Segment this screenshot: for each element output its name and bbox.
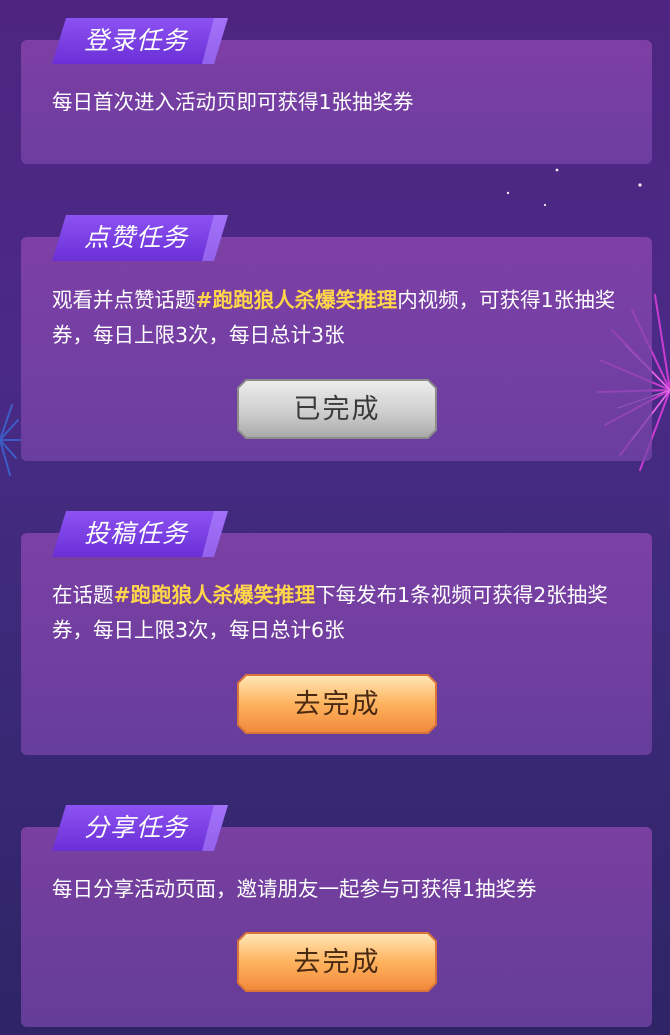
- task-description: 每日分享活动页面，邀请朋友一起参与可获得1抽奖券: [52, 877, 537, 901]
- task-tag-login: 登录任务: [52, 18, 228, 64]
- task-title: 点赞任务: [83, 223, 188, 252]
- task-tag-submit: 投稿任务: [52, 511, 228, 557]
- task-title: 投稿任务: [83, 519, 188, 548]
- task-title: 登录任务: [83, 26, 188, 55]
- task-card-share: [21, 827, 652, 1027]
- task-description: 在话题#跑跑狼人杀爆笑推理下每发布1条视频可获得2张抽奖券，每日上限3次，每日总…: [52, 583, 608, 642]
- task-description: 观看并点赞话题#跑跑狼人杀爆笑推理内视频，可获得1张抽奖券，每日上限3次，每日总…: [52, 288, 616, 347]
- button-label: 已完成: [293, 394, 381, 424]
- button-label: 去完成: [293, 947, 381, 977]
- topic-highlight: #跑跑狼人杀爆笑推理: [195, 288, 398, 312]
- topic-highlight: #跑跑狼人杀爆笑推理: [113, 583, 316, 607]
- task-title: 分享任务: [83, 813, 188, 842]
- completed-button[interactable]: 已完成: [236, 378, 438, 440]
- button-label: 去完成: [293, 689, 381, 719]
- task-tag-share: 分享任务: [52, 805, 228, 851]
- go-complete-button[interactable]: 去完成: [236, 673, 438, 735]
- task-description: 每日首次进入活动页即可获得1张抽奖券: [52, 90, 414, 114]
- task-tag-like: 点赞任务: [52, 215, 228, 261]
- go-complete-button[interactable]: 去完成: [236, 931, 438, 993]
